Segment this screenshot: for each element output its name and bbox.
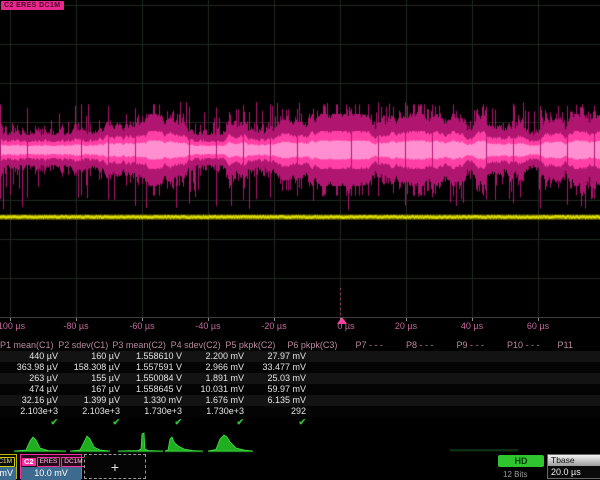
measure-row-mean: 363.98 µV 158.308 µV 1.557591 V 2.966 mV…: [0, 362, 600, 373]
histicon-strip: [0, 430, 600, 453]
measure-cell: 263 µV: [0, 373, 62, 384]
measure-cell: 1.399 µV: [62, 395, 124, 406]
measure-row-num: 2.103e+3 2.103e+3 1.730e+3 1.730e+3 292: [0, 406, 600, 417]
channel-c1-descriptor[interactable]: DC1M 10.0 mV: [0, 454, 17, 479]
measure-row-sdev: 32.16 µV 1.399 µV 1.330 mV 1.676 mV 6.13…: [0, 395, 600, 406]
measure-header-p2[interactable]: P2 sdev(C1): [58, 340, 113, 351]
measure-row-max: 474 µV 167 µV 1.558645 V 10.031 mV 59.97…: [0, 384, 600, 395]
status-check-icon: ✔: [0, 417, 62, 428]
p5-histicon: [208, 435, 253, 451]
measure-header-p11[interactable]: P11: [550, 340, 600, 351]
measure-cell: 155 µV: [62, 373, 124, 384]
status-check-icon: ✔: [248, 417, 310, 428]
p2-histicon: [70, 436, 110, 451]
measure-cell: 474 µV: [0, 384, 62, 395]
c1-vertical-scale: 10.0 mV: [0, 467, 16, 480]
measure-cell: 167 µV: [62, 384, 124, 395]
measure-header-p6[interactable]: P6 pkpk(C3): [279, 340, 347, 351]
time-axis: -100 µs -80 µs -60 µs -40 µs -20 µs 0 µs…: [0, 317, 600, 335]
measure-row-value: 440 µV 160 µV 1.558610 V 2.200 mV 27.97 …: [0, 351, 600, 362]
measure-cell: 59.97 mV: [248, 384, 310, 395]
measure-cell: 1.676 mV: [186, 395, 248, 406]
measure-cell: 25.03 mV: [248, 373, 310, 384]
measure-header-p7[interactable]: P7 - - -: [347, 340, 398, 351]
resolution-bits-label: 12 Bits: [503, 470, 527, 479]
measure-cell: 10.031 mV: [186, 384, 248, 395]
measure-cell: 1.730e+3: [124, 406, 186, 417]
c2-channel-badge: C2: [22, 458, 36, 466]
waveform-canvas: [0, 0, 600, 317]
measure-cell: 27.97 mV: [248, 351, 310, 362]
timebase-scale: 20.0 µs: [548, 466, 600, 479]
measure-row-min: 263 µV 155 µV 1.550084 V 1.891 mV 25.03 …: [0, 373, 600, 384]
axis-label: -40 µs: [195, 321, 220, 331]
c1-coupling-badge: DC1M: [0, 457, 15, 467]
status-check-icon: ✔: [62, 417, 124, 428]
timebase-descriptor[interactable]: Tbase 20.0 µs: [547, 454, 600, 479]
c2-eres-badge: ERES: [37, 457, 61, 467]
measure-header-p8[interactable]: P8 - - -: [398, 340, 449, 351]
channel-c2-descriptor[interactable]: C2 ERES DC1M 10.0 mV: [20, 454, 82, 479]
axis-label: 20 µs: [395, 321, 417, 331]
measure-row-status: ✔ ✔ ✔ ✔ ✔: [0, 417, 600, 428]
measure-header-p4[interactable]: P4 sdev(C2): [170, 340, 225, 351]
measure-cell: 2.103e+3: [62, 406, 124, 417]
axis-label: 60 µs: [527, 321, 549, 331]
axis-label: -100 µs: [0, 321, 25, 331]
measure-cell: 6.135 mV: [248, 395, 310, 406]
measure-cell: 1.550084 V: [124, 373, 186, 384]
measure-cell: 1.330 mV: [124, 395, 186, 406]
axis-label: -80 µs: [63, 321, 88, 331]
measure-cell: 160 µV: [62, 351, 124, 362]
measure-cell: 1.730e+3: [186, 406, 248, 417]
c2-vertical-scale: 10.0 mV: [21, 467, 81, 480]
measure-cell: 1.558645 V: [124, 384, 186, 395]
p3-histicon: [118, 433, 163, 451]
measure-cell: 2.966 mV: [186, 362, 248, 373]
measure-cell: 363.98 µV: [0, 362, 62, 373]
oscilloscope-screen: C2 ERES DC1M -100 µs -80 µs -60 µs -40 µ…: [0, 0, 600, 480]
trace-info-label: C2 ERES DC1M: [1, 1, 64, 10]
c2-coupling-badge: DC1M: [61, 457, 85, 467]
measure-header-row: P1 mean(C1) P2 sdev(C1) P3 mean(C2) P4 s…: [0, 340, 600, 351]
measure-cell: 33.477 mV: [248, 362, 310, 373]
axis-label: 40 µs: [461, 321, 483, 331]
measure-cell: 1.558610 V: [124, 351, 186, 362]
trigger-position-marker[interactable]: [337, 317, 347, 324]
status-check-icon: ✔: [124, 417, 186, 428]
measure-cell: 1.557591 V: [124, 362, 186, 373]
timebase-title: Tbase: [548, 455, 600, 466]
measure-cell: 2.200 mV: [186, 351, 248, 362]
measure-cell: 292: [248, 406, 310, 417]
measure-header-p1[interactable]: P1 mean(C1): [0, 340, 58, 351]
hd-mode-badge[interactable]: HD: [498, 455, 544, 467]
measurement-table: P1 mean(C1) P2 sdev(C1) P3 mean(C2) P4 s…: [0, 340, 600, 428]
measure-cell: 32.16 µV: [0, 395, 62, 406]
status-check-icon: ✔: [186, 417, 248, 428]
measure-cell: 158.308 µV: [62, 362, 124, 373]
measure-header-p5[interactable]: P5 pkpk(C2): [225, 340, 280, 351]
axis-label: -20 µs: [261, 321, 286, 331]
measure-header-p10[interactable]: P10 - - -: [499, 340, 550, 351]
descriptor-bar: DC1M 10.0 mV C2 ERES DC1M 10.0 mV + HD 1…: [0, 453, 600, 480]
histicon-graphics: [0, 430, 600, 453]
measure-cell: 440 µV: [0, 351, 62, 362]
axis-label: -60 µs: [129, 321, 154, 331]
waveform-grid: C2 ERES DC1M: [0, 0, 600, 317]
p1-histicon: [14, 437, 66, 451]
measure-cell: 1.891 mV: [186, 373, 248, 384]
measure-header-p9[interactable]: P9 - - -: [448, 340, 499, 351]
add-trace-button[interactable]: +: [84, 454, 146, 479]
p4-histicon: [165, 437, 203, 451]
measure-cell: 2.103e+3: [0, 406, 62, 417]
measure-header-p3[interactable]: P3 mean(C2): [112, 340, 170, 351]
